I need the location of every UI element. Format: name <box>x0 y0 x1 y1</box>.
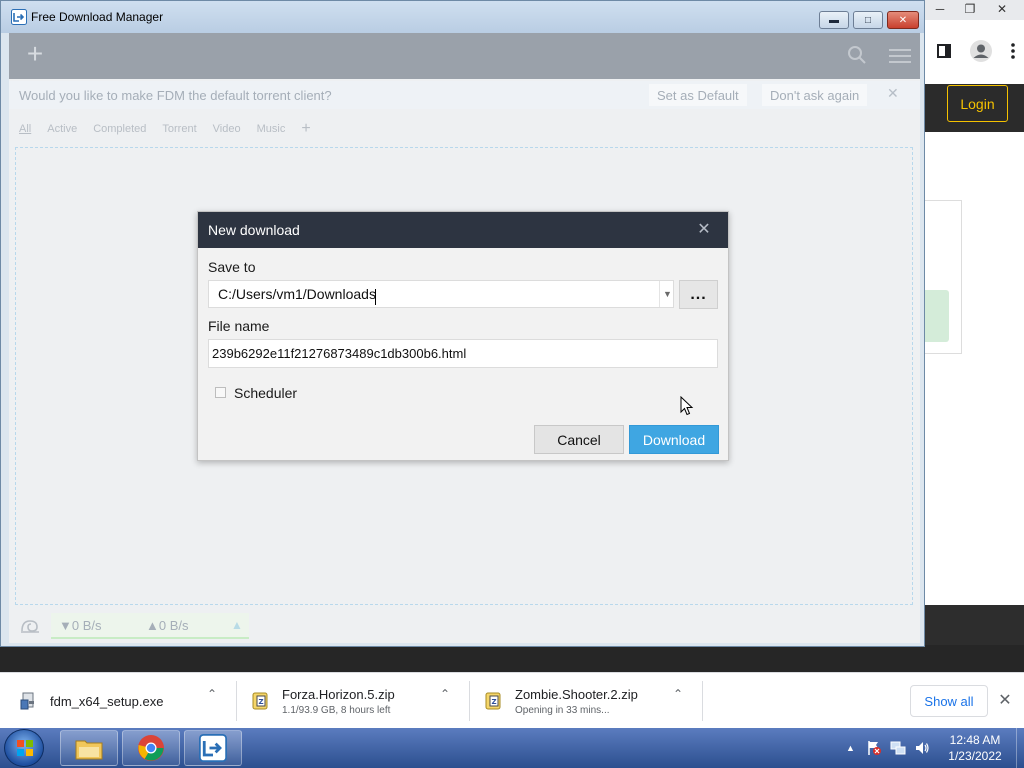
speed-indicator[interactable]: ▼0 B/s ▲0 B/s ▲ <box>51 613 249 639</box>
chevron-up-icon[interactable]: ⌃ <box>438 687 452 701</box>
browser-minimize-button[interactable]: ─ <box>925 0 955 18</box>
zip-file-icon: Z <box>485 692 501 710</box>
new-download-dialog: New download ✕ Save to C:/Users/vm1/Down… <box>197 211 729 461</box>
scheduler-checkbox[interactable] <box>215 387 226 398</box>
system-tray: ▲ 12:48 AM 1/23/2022 <box>840 728 1024 768</box>
download-status: 1.1/93.9 GB, 8 hours left <box>282 704 391 716</box>
tab-all[interactable]: All <box>19 123 31 135</box>
add-filter-icon[interactable]: + <box>301 120 310 138</box>
folder-icon <box>75 740 103 760</box>
close-icon[interactable]: ✕ <box>996 691 1014 709</box>
dialog-title: New download <box>208 222 300 238</box>
zip-file-icon: Z <box>252 692 268 710</box>
browser-bottom-strip <box>0 645 1024 672</box>
download-filename: Zombie.Shooter.2.zip <box>515 686 638 702</box>
windows-logo-icon <box>17 740 33 756</box>
maximize-button[interactable]: □ <box>853 11 883 29</box>
save-to-input[interactable]: C:/Users/vm1/Downloads <box>218 286 376 302</box>
chrome-icon <box>138 735 164 761</box>
volume-icon[interactable] <box>914 740 930 756</box>
taskbar-chrome-button[interactable] <box>122 730 180 766</box>
mouse-pointer-icon <box>680 396 694 416</box>
clock-time: 12:48 AM <box>949 733 1001 747</box>
download-speed: ▼0 B/s <box>59 617 102 633</box>
text-caret <box>375 289 376 305</box>
filter-tabs: All Active Completed Torrent Video Music… <box>19 119 311 139</box>
divider <box>236 681 237 721</box>
dont-ask-again-button[interactable]: Don't ask again <box>762 84 868 106</box>
download-filename: fdm_x64_setup.exe <box>50 693 164 709</box>
profile-avatar-icon[interactable] <box>969 39 992 65</box>
snail-icon[interactable] <box>19 615 41 637</box>
login-button[interactable]: Login <box>947 85 1008 122</box>
file-name-field[interactable]: 239b6292e11f21276873489c1db300b6.html <box>208 339 718 368</box>
dialog-header[interactable]: New download ✕ <box>198 212 728 248</box>
tab-active[interactable]: Active <box>47 123 77 135</box>
show-all-button[interactable]: Show all <box>910 685 988 717</box>
download-button[interactable]: Download <box>629 425 719 454</box>
set-as-default-button[interactable]: Set as Default <box>649 84 747 106</box>
fdm-titlebar[interactable]: Free Download Manager ▬ □ ✕ <box>1 1 924 33</box>
hamburger-menu-icon[interactable] <box>889 47 911 65</box>
svg-text:Z: Z <box>258 698 263 706</box>
browse-button[interactable]: ... <box>679 280 718 309</box>
show-hidden-icons-icon[interactable]: ▲ <box>846 743 855 753</box>
close-icon[interactable]: ✕ <box>696 222 712 238</box>
downloads-bar: fdm_x64_setup.exe ⌃ Z Forza.Horizon.5.zi… <box>0 672 1024 728</box>
divider <box>702 681 703 721</box>
browser-close-button[interactable]: ✕ <box>987 0 1017 18</box>
taskbar-explorer-button[interactable] <box>60 730 118 766</box>
banner-message: Would you like to make FDM the default t… <box>19 87 332 103</box>
search-icon[interactable] <box>847 45 867 65</box>
download-item[interactable]: Z Zombie.Shooter.2.zip Opening in 33 min… <box>485 679 638 723</box>
tab-torrent[interactable]: Torrent <box>162 123 196 135</box>
kebab-menu-icon[interactable] <box>1010 42 1015 62</box>
browser-restore-button[interactable]: ❐ <box>955 0 985 18</box>
default-torrent-banner: Would you like to make FDM the default t… <box>9 81 920 109</box>
banner-close-icon[interactable]: ✕ <box>887 85 899 102</box>
site-green-button[interactable] <box>925 290 949 342</box>
upload-speed: ▲0 B/s <box>146 617 189 633</box>
minimize-button[interactable]: ▬ <box>819 11 849 29</box>
close-button[interactable]: ✕ <box>887 11 919 29</box>
save-to-field[interactable]: C:/Users/vm1/Downloads ▼ <box>208 280 674 308</box>
divider <box>469 681 470 721</box>
status-bar: ▼0 B/s ▲0 B/s ▲ <box>9 611 920 641</box>
fdm-app-icon <box>11 9 27 25</box>
start-button[interactable] <box>4 729 44 767</box>
download-item[interactable]: Z Forza.Horizon.5.zip 1.1/93.9 GB, 8 hou… <box>252 679 395 723</box>
file-name-label: File name <box>208 318 270 334</box>
cancel-button[interactable]: Cancel <box>534 425 624 454</box>
fdm-app-icon <box>199 734 227 762</box>
fdm-toolbar: + <box>9 33 920 79</box>
chevron-up-icon[interactable]: ▲ <box>231 618 243 632</box>
tab-music[interactable]: Music <box>257 123 286 135</box>
tab-completed[interactable]: Completed <box>93 123 146 135</box>
taskbar-fdm-button[interactable] <box>184 730 242 766</box>
show-desktop-button[interactable] <box>1016 728 1024 768</box>
chevron-down-icon[interactable]: ▼ <box>659 281 675 307</box>
chevron-up-icon[interactable]: ⌃ <box>205 687 219 701</box>
site-footer-band <box>925 605 1024 645</box>
taskbar: ▲ 12:48 AM 1/23/2022 <box>0 728 1024 768</box>
action-center-flag-icon[interactable] <box>866 740 882 756</box>
taskbar-clock[interactable]: 12:48 AM 1/23/2022 <box>940 732 1010 764</box>
svg-text:Z: Z <box>491 698 496 706</box>
window-title: Free Download Manager <box>31 10 164 24</box>
download-item[interactable]: fdm_x64_setup.exe <box>20 679 163 723</box>
plus-icon[interactable]: + <box>23 40 47 68</box>
scheduler-label[interactable]: Scheduler <box>234 385 297 401</box>
download-status: Opening in 33 mins... <box>515 704 610 716</box>
browser-titlebar: ─ ❐ ✕ <box>925 0 1024 20</box>
clock-date: 1/23/2022 <box>948 749 1002 763</box>
sidebar-toggle-icon[interactable] <box>936 43 951 61</box>
browser-toolbar <box>925 36 1024 68</box>
tab-video[interactable]: Video <box>213 123 241 135</box>
download-filename: Forza.Horizon.5.zip <box>282 686 395 702</box>
network-icon[interactable] <box>890 740 906 756</box>
installer-file-icon <box>20 692 34 710</box>
save-to-label: Save to <box>208 259 256 275</box>
chevron-up-icon[interactable]: ⌃ <box>671 687 685 701</box>
